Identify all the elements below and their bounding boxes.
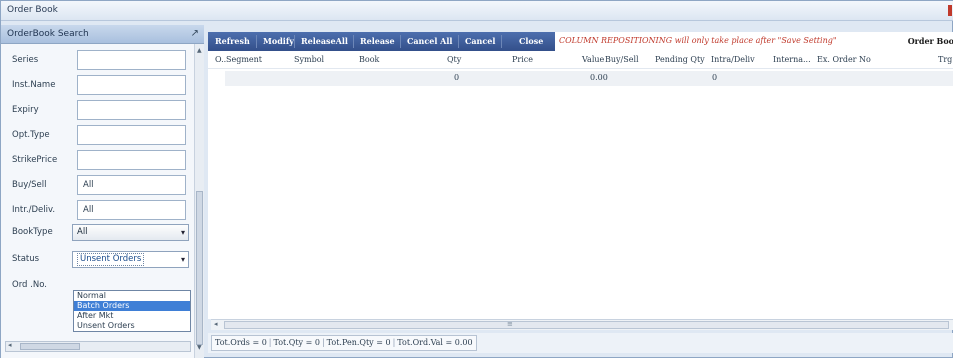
scroll-up-icon[interactable]: ▲ [197, 47, 202, 54]
intr-deliv-input[interactable]: All [77, 200, 186, 220]
close-button[interactable]: Close [519, 36, 543, 46]
column-header[interactable]: Price [512, 55, 533, 64]
status-option-unsent-orders[interactable]: Unsent Orders [74, 321, 190, 331]
buy-sell-label: Buy/Sell [12, 180, 47, 190]
status-option-normal[interactable]: Normal [74, 291, 190, 301]
status-dropdown-list: Normal Batch Orders After Mkt Unsent Ord… [73, 290, 191, 332]
column-header[interactable]: Buy/Sell [605, 55, 639, 64]
total-pending-qty-status: Tot.Pen.Qty = 0 [326, 338, 391, 347]
status-option-after-mkt[interactable]: After Mkt [74, 311, 190, 321]
scroll-thumb[interactable]: ≡ [224, 320, 949, 329]
column-header[interactable]: O.. [215, 55, 226, 64]
toolbar-divider [458, 35, 459, 48]
order-book-label: Order Boo [907, 36, 953, 46]
status-divider: | [321, 338, 325, 347]
scroll-left-icon[interactable]: ◂ [8, 341, 12, 349]
buy-sell-input[interactable]: All [77, 175, 186, 195]
status-value: Unsent Orders [77, 253, 145, 266]
column-header[interactable]: Segment [226, 55, 262, 64]
column-header[interactable]: Trg [938, 55, 952, 64]
total-row: 0 0.00 0 [225, 71, 953, 86]
inst-name-row: Inst.Name [1, 73, 194, 97]
toolbar-message-area: COLUMN REPOSITIONING will only take plac… [555, 32, 953, 51]
column-header[interactable]: Pending Qty [655, 55, 705, 64]
expiry-label: Expiry [12, 105, 39, 115]
column-header[interactable]: Ex. Order No [817, 55, 871, 64]
column-header[interactable]: Interna... [773, 55, 811, 64]
expiry-input[interactable] [77, 100, 186, 120]
refresh-button[interactable]: Refresh [215, 36, 250, 46]
order-totals: Tot.Ords = 0 | Tot.Qty = 0 | Tot.Pen.Qty = 0… [211, 335, 477, 351]
release-all-button[interactable]: ReleaseAll [301, 36, 348, 46]
scroll-thumb[interactable] [20, 343, 80, 350]
title-bar: Order Book [1, 1, 953, 21]
inst-name-input[interactable] [77, 75, 186, 95]
book-type-value: All [77, 227, 88, 237]
total-qty-status: Tot.Qty = 0 [273, 338, 320, 347]
total-pending-qty: 0 [712, 73, 718, 82]
series-label: Series [12, 55, 39, 65]
total-qty: 0 [454, 73, 460, 82]
order-book-window: Order Book OrderBook Search ↗ Series Ins… [0, 0, 953, 358]
opt-type-label: Opt.Type [12, 130, 50, 140]
toolbar-divider [501, 35, 502, 48]
total-value: 0.00 [590, 73, 608, 82]
scroll-thumb[interactable] [196, 191, 203, 345]
status-row: Status Unsent Orders ▾ [1, 247, 194, 271]
pin-icon[interactable]: ↗ [191, 28, 199, 39]
intr-deliv-label: Intr./Deliv. [12, 205, 56, 215]
book-type-select[interactable]: All ▾ [72, 224, 189, 241]
column-header[interactable]: Intra/Deliv [711, 55, 755, 64]
scroll-left-icon[interactable]: ◂ [214, 320, 218, 328]
status-bar: Tot.Ords = 0 | Tot.Qty = 0 | Tot.Pen.Qty = 0… [208, 333, 953, 353]
search-panel-vscroll[interactable]: ▲ ▼ [194, 44, 204, 358]
release-button[interactable]: Release [360, 36, 395, 46]
search-panel-hscroll[interactable]: ◂ [5, 341, 191, 352]
grid-hscroll[interactable]: ◂ ≡ [211, 319, 953, 330]
status-option-batch-orders[interactable]: Batch Orders [74, 301, 190, 311]
toolbar-divider [256, 35, 257, 48]
toolbar-divider [400, 35, 401, 48]
opt-type-row: Opt.Type [1, 123, 194, 147]
column-header[interactable]: Value [582, 55, 604, 64]
column-header[interactable]: Book [359, 55, 379, 64]
status-label: Status [12, 254, 40, 264]
scroll-grip-icon: ≡ [507, 320, 513, 328]
cancel-all-button[interactable]: Cancel All [407, 36, 452, 46]
series-row: Series [1, 48, 194, 72]
ord-no-label: Ord .No. [12, 280, 47, 290]
toolbar-divider [353, 35, 354, 48]
column-repositioning-message: COLUMN REPOSITIONING will only take plac… [559, 36, 837, 45]
strike-price-input[interactable] [77, 150, 186, 170]
column-header[interactable]: Qty [447, 55, 461, 64]
inst-name-label: Inst.Name [12, 80, 56, 90]
total-orders: Tot.Ords = 0 [215, 338, 267, 347]
grid-header: O.. Segment Symbol Book Qty Price Value … [208, 51, 953, 69]
search-panel-header: OrderBook Search ↗ [1, 25, 204, 44]
strike-price-row: StrikePrice [1, 148, 194, 172]
toolbar-divider [294, 35, 295, 48]
scroll-down-icon[interactable]: ▼ [197, 344, 202, 351]
intr-deliv-row: Intr./Deliv. All [1, 198, 194, 222]
search-panel-title: OrderBook Search [7, 29, 89, 39]
total-order-value: Tot.Ord.Val = 0.00 [397, 338, 473, 347]
column-header[interactable]: Symbol [294, 55, 324, 64]
chevron-down-icon: ▾ [180, 255, 185, 264]
cancel-button[interactable]: Cancel [465, 36, 495, 46]
status-select[interactable]: Unsent Orders ▾ [72, 251, 189, 268]
series-input[interactable] [77, 50, 186, 70]
window-title: Order Book [7, 5, 58, 15]
book-type-row: BookType All ▾ [1, 220, 194, 244]
opt-type-input[interactable] [77, 125, 186, 145]
chevron-down-icon: ▾ [180, 228, 185, 237]
book-type-label: BookType [12, 227, 53, 237]
close-icon[interactable] [948, 5, 952, 16]
modify-button[interactable]: Modify [263, 36, 294, 46]
buy-sell-row: Buy/Sell All [1, 173, 194, 197]
strike-price-label: StrikePrice [12, 155, 58, 165]
order-toolbar: Refresh Modify ReleaseAll Release Cancel… [208, 32, 953, 51]
expiry-row: Expiry [1, 98, 194, 122]
order-grid: O.. Segment Symbol Book Qty Price Value … [208, 51, 953, 319]
